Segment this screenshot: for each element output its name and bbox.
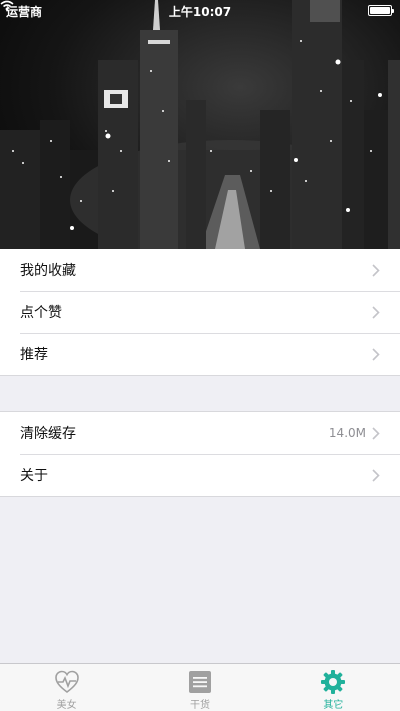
battery-icon bbox=[368, 5, 394, 16]
header-city-image: 运营商 上午10:07 bbox=[0, 0, 400, 249]
menu-item-label: 我的收藏 bbox=[20, 263, 76, 279]
tab-label: 干货 bbox=[189, 700, 210, 711]
tab-others[interactable]: 其它 bbox=[267, 664, 400, 711]
tab-goods[interactable]: 干货 bbox=[133, 664, 266, 711]
menu-item-about[interactable]: 关于 bbox=[0, 454, 400, 496]
tab-beauty[interactable]: 美女 bbox=[0, 664, 133, 711]
menu-item-favorites[interactable]: 我的收藏 bbox=[0, 249, 400, 291]
chevron-right-icon bbox=[372, 263, 380, 277]
tab-label: 其它 bbox=[323, 700, 344, 711]
menu-item-label: 清除缓存 bbox=[20, 426, 76, 442]
chevron-right-icon bbox=[372, 305, 380, 319]
gear-icon bbox=[321, 670, 346, 694]
menu-group-primary: 我的收藏 点个赞 推荐 bbox=[0, 249, 400, 376]
clock-time: 上午10:07 bbox=[168, 5, 232, 19]
cache-size-value: 14.0M bbox=[328, 426, 366, 440]
tab-bar: 美女 干货 其它 bbox=[0, 663, 400, 711]
settings-screen: 运营商 上午10:07 我的收藏 点个赞 推荐 清除缓存 14.0M 关于 美女… bbox=[0, 0, 400, 711]
heart-pulse-icon bbox=[54, 670, 79, 694]
menu-item-like[interactable]: 点个赞 bbox=[0, 291, 400, 333]
list-icon bbox=[188, 671, 211, 693]
status-bar: 运营商 上午10:07 bbox=[0, 0, 400, 20]
menu-item-label: 点个赞 bbox=[20, 305, 62, 321]
menu-item-recommend[interactable]: 推荐 bbox=[0, 333, 400, 375]
menu-item-label: 关于 bbox=[20, 468, 48, 484]
menu-item-clear-cache[interactable]: 清除缓存 14.0M bbox=[0, 412, 400, 454]
menu-item-label: 推荐 bbox=[20, 347, 48, 363]
chevron-right-icon bbox=[372, 468, 380, 482]
city-skyline-illustration bbox=[0, 0, 400, 249]
chevron-right-icon bbox=[372, 347, 380, 361]
tab-label: 美女 bbox=[56, 700, 77, 711]
menu-group-secondary: 清除缓存 14.0M 关于 bbox=[0, 411, 400, 497]
chevron-right-icon bbox=[372, 426, 380, 440]
